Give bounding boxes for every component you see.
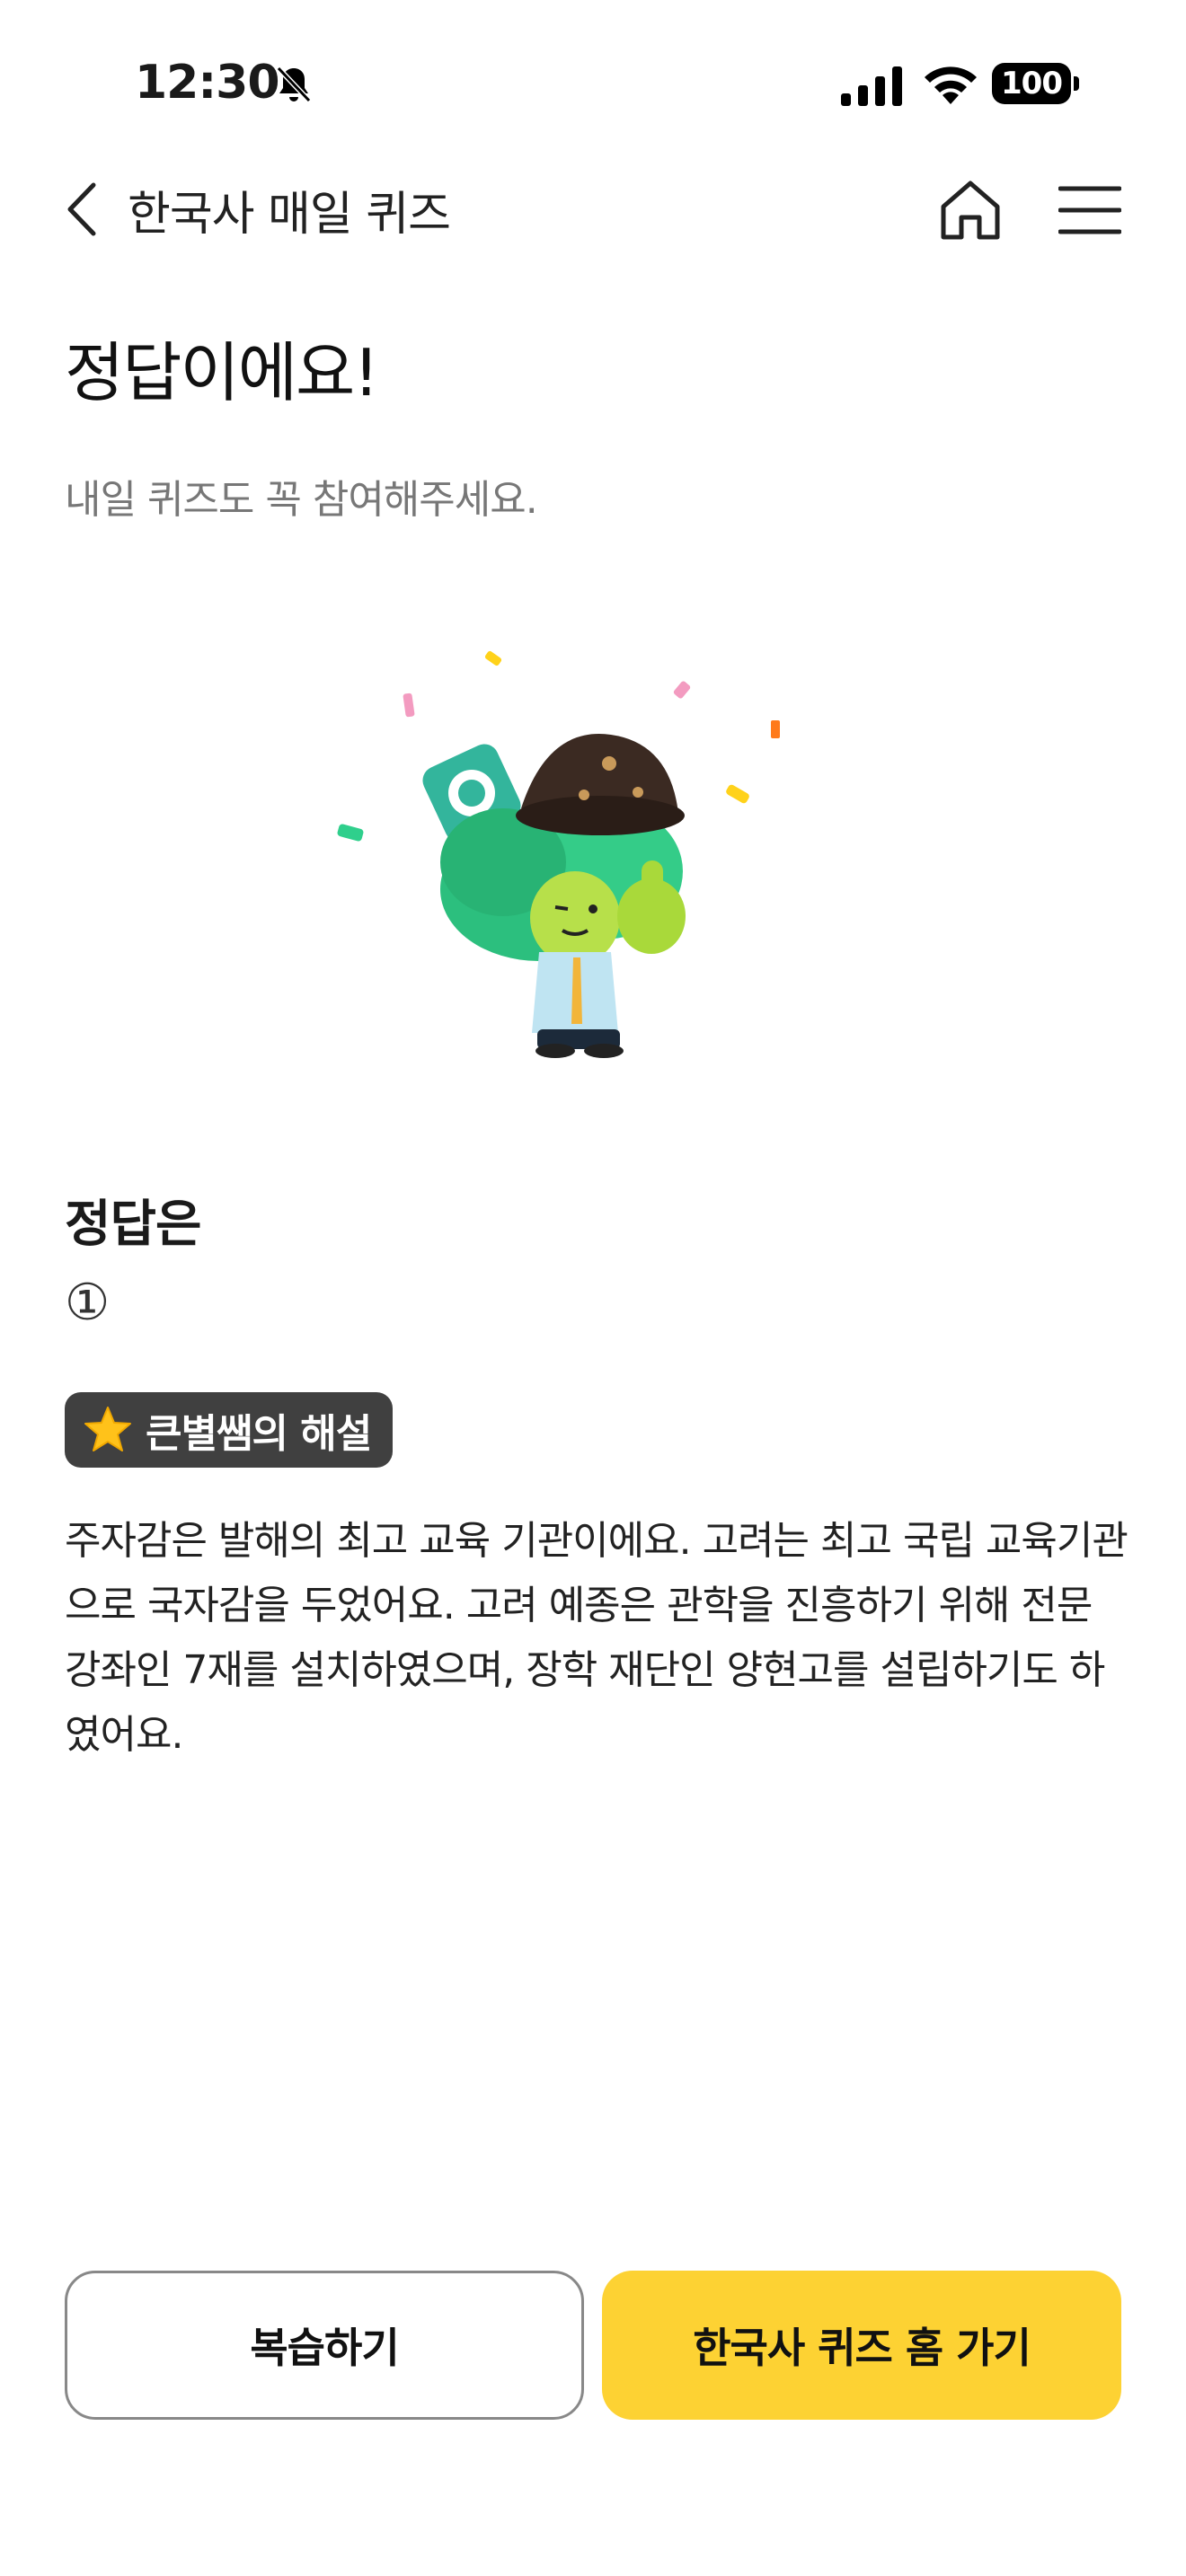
star-icon [84, 1407, 131, 1451]
cellular-signal-icon [841, 66, 902, 106]
mascot-illustration [337, 650, 780, 1058]
explanation-badge-label: 큰별쌤의 해설 [146, 1411, 372, 1457]
result-headline: 정답이에요! [65, 335, 379, 410]
chevron-left-icon[interactable] [63, 180, 102, 239]
answer-value: ① [65, 1274, 111, 1332]
battery-indicator: 100 [992, 63, 1080, 106]
nav-title: 한국사 매일 퀴즈 [128, 188, 451, 242]
battery-level: 100 [992, 63, 1071, 104]
answer-heading: 정답은 [65, 1195, 202, 1254]
bell-slash-icon [276, 66, 312, 103]
explanation-badge: 큰별쌤의 해설 [65, 1392, 394, 1468]
review-button[interactable]: 복습하기 [65, 2271, 584, 2420]
quiz-home-button[interactable]: 한국사 퀴즈 홈 가기 [602, 2271, 1121, 2420]
result-subline: 내일 퀴즈도 꼭 참여해주세요. [65, 477, 538, 523]
hamburger-menu-icon[interactable] [1058, 183, 1121, 237]
explanation-text: 주자감은 발해의 최고 교육 기관이에요. 고려는 최고 국립 교육기관으로 국… [65, 1518, 1128, 1758]
wifi-icon [925, 66, 977, 104]
status-time: 12:30 [135, 56, 280, 110]
home-icon[interactable] [936, 176, 1005, 244]
